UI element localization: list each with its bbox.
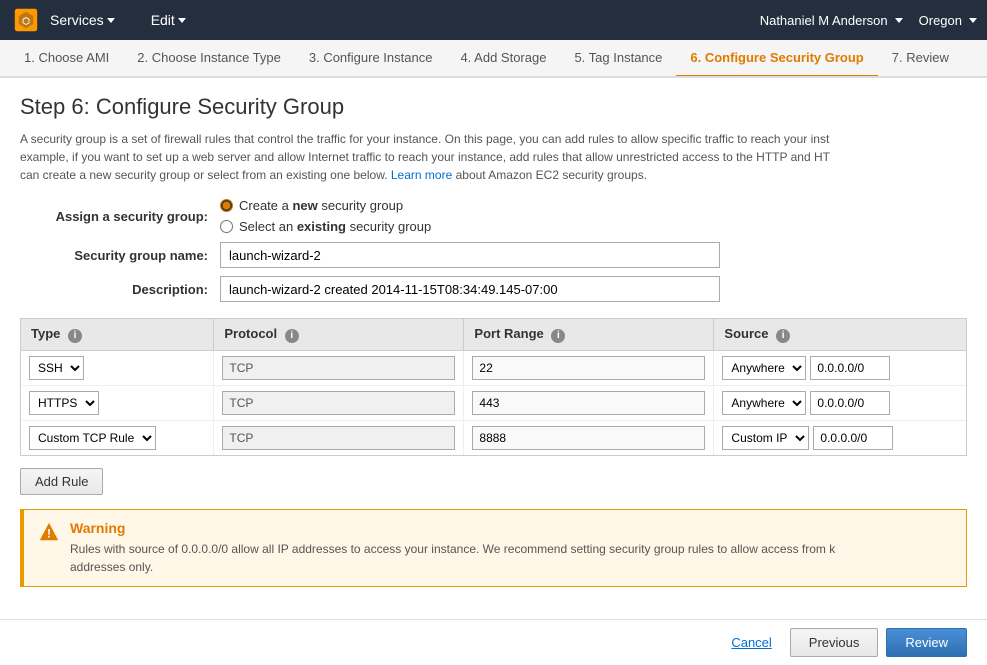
tab-review[interactable]: 7. Review bbox=[878, 40, 963, 78]
rule-port-cell-0 bbox=[464, 351, 714, 386]
previous-button[interactable]: Previous bbox=[790, 628, 879, 657]
main-content: Step 6: Configure Security Group A secur… bbox=[0, 78, 987, 617]
rules-table: Type i Protocol i Port Range i Source i … bbox=[21, 319, 966, 455]
rule-source-select-0[interactable]: Anywhere bbox=[722, 356, 806, 380]
svg-text:!: ! bbox=[47, 527, 51, 541]
desc-text-2: example, if you want to set up a web ser… bbox=[20, 150, 830, 164]
user-label: Nathaniel M Anderson bbox=[760, 13, 888, 28]
region-menu[interactable]: Oregon bbox=[919, 13, 977, 28]
rule-type-cell-2: Custom TCP Rule bbox=[21, 421, 214, 456]
rule-source-input-1[interactable] bbox=[810, 391, 890, 415]
rule-port-input-2[interactable] bbox=[472, 426, 705, 450]
port-range-info-icon[interactable]: i bbox=[551, 329, 565, 343]
services-chevron-icon bbox=[107, 18, 115, 23]
review-button[interactable]: Review bbox=[886, 628, 967, 657]
source-info-icon[interactable]: i bbox=[776, 329, 790, 343]
warning-icon: ! bbox=[38, 521, 60, 543]
col-type: Type i bbox=[21, 319, 214, 351]
rule-source-select-2[interactable]: Custom IP bbox=[722, 426, 809, 450]
page-title: Step 6: Configure Security Group bbox=[20, 94, 967, 120]
rule-type-select-0[interactable]: SSH bbox=[29, 356, 84, 380]
select-existing-radio[interactable] bbox=[220, 220, 233, 233]
rule-source-select-1[interactable]: Anywhere bbox=[722, 391, 806, 415]
learn-more-link[interactable]: Learn more bbox=[391, 168, 452, 182]
col-source: Source i bbox=[714, 319, 966, 351]
rule-port-cell-2 bbox=[464, 421, 714, 456]
description-row: Description: bbox=[20, 276, 967, 302]
col-port-range: Port Range i bbox=[464, 319, 714, 351]
desc-text-1: A security group is a set of firewall ru… bbox=[20, 132, 829, 146]
security-group-name-row: Security group name: bbox=[20, 242, 967, 268]
add-rule-button[interactable]: Add Rule bbox=[20, 468, 103, 495]
security-group-name-input[interactable] bbox=[220, 242, 720, 268]
edit-menu[interactable]: Edit bbox=[151, 12, 186, 28]
rule-protocol-input-1 bbox=[222, 391, 455, 415]
assign-security-group-row: Assign a security group: Create a new se… bbox=[20, 198, 967, 234]
tab-choose-ami[interactable]: 1. Choose AMI bbox=[10, 40, 123, 78]
rule-source-cell-2: Custom IP bbox=[714, 421, 966, 456]
table-row: HTTPS Anywhere bbox=[21, 386, 966, 421]
assign-radio-group: Create a new security group Select an ex… bbox=[220, 198, 431, 234]
rule-protocol-input-2 bbox=[222, 426, 455, 450]
rule-source-cell-0: Anywhere bbox=[714, 351, 966, 386]
warning-content: Warning Rules with source of 0.0.0.0/0 a… bbox=[70, 520, 835, 576]
region-label: Oregon bbox=[919, 13, 962, 28]
tab-configure-instance[interactable]: 3. Configure Instance bbox=[295, 40, 447, 78]
rule-type-select-1[interactable]: HTTPS bbox=[29, 391, 99, 415]
rule-protocol-cell-1 bbox=[214, 386, 464, 421]
page-description: A security group is a set of firewall ru… bbox=[20, 130, 967, 184]
warning-title: Warning bbox=[70, 520, 835, 536]
create-new-label: Create a new security group bbox=[239, 198, 403, 213]
rule-port-input-1[interactable] bbox=[472, 391, 705, 415]
desc-text-3: can create a new security group or selec… bbox=[20, 168, 391, 182]
select-existing-option[interactable]: Select an existing security group bbox=[220, 219, 431, 234]
rule-source-input-0[interactable] bbox=[810, 356, 890, 380]
tab-configure-security-group[interactable]: 6. Configure Security Group bbox=[676, 40, 877, 78]
rule-port-cell-1 bbox=[464, 386, 714, 421]
top-navigation: ⬡ Services Edit Nathaniel M Anderson Ore… bbox=[0, 0, 987, 40]
svg-text:⬡: ⬡ bbox=[22, 16, 30, 26]
cancel-button[interactable]: Cancel bbox=[721, 629, 781, 656]
services-label: Services bbox=[50, 12, 104, 28]
desc-label: Description: bbox=[20, 282, 220, 297]
rules-table-wrapper: Type i Protocol i Port Range i Source i … bbox=[20, 318, 967, 456]
services-menu[interactable]: Services bbox=[50, 12, 115, 28]
table-row: SSH Anywhere bbox=[21, 351, 966, 386]
aws-logo: ⬡ bbox=[10, 4, 42, 36]
type-info-icon[interactable]: i bbox=[68, 329, 82, 343]
protocol-info-icon[interactable]: i bbox=[285, 329, 299, 343]
user-menu[interactable]: Nathaniel M Anderson bbox=[760, 13, 903, 28]
rule-protocol-cell-0 bbox=[214, 351, 464, 386]
rule-protocol-cell-2 bbox=[214, 421, 464, 456]
assign-label: Assign a security group: bbox=[20, 209, 220, 224]
col-protocol: Protocol i bbox=[214, 319, 464, 351]
tab-add-storage[interactable]: 4. Add Storage bbox=[446, 40, 560, 78]
rule-source-cell-1: Anywhere bbox=[714, 386, 966, 421]
rule-source-input-2[interactable] bbox=[813, 426, 893, 450]
select-existing-label: Select an existing security group bbox=[239, 219, 431, 234]
rule-type-cell-1: HTTPS bbox=[21, 386, 214, 421]
region-chevron-icon bbox=[969, 18, 977, 23]
create-new-option[interactable]: Create a new security group bbox=[220, 198, 431, 213]
warning-text: Rules with source of 0.0.0.0/0 allow all… bbox=[70, 540, 835, 576]
rule-type-cell-0: SSH bbox=[21, 351, 214, 386]
description-input[interactable] bbox=[220, 276, 720, 302]
tab-choose-instance-type[interactable]: 2. Choose Instance Type bbox=[123, 40, 295, 78]
edit-chevron-icon bbox=[178, 18, 186, 23]
table-row: Custom TCP Rule Custom IP bbox=[21, 421, 966, 456]
wizard-tab-bar: 1. Choose AMI 2. Choose Instance Type 3.… bbox=[0, 40, 987, 78]
edit-label: Edit bbox=[151, 12, 175, 28]
rule-type-select-2[interactable]: Custom TCP Rule bbox=[29, 426, 156, 450]
desc-text-4: about Amazon EC2 security groups. bbox=[456, 168, 647, 182]
tab-tag-instance[interactable]: 5. Tag Instance bbox=[560, 40, 676, 78]
bottom-action-bar: Cancel Previous Review bbox=[0, 619, 987, 665]
name-label: Security group name: bbox=[20, 248, 220, 263]
rule-port-input-0[interactable] bbox=[472, 356, 705, 380]
security-group-form: Assign a security group: Create a new se… bbox=[20, 198, 967, 302]
user-chevron-icon bbox=[895, 18, 903, 23]
create-new-radio[interactable] bbox=[220, 199, 233, 212]
table-header-row: Type i Protocol i Port Range i Source i bbox=[21, 319, 966, 351]
rule-protocol-input-0 bbox=[222, 356, 455, 380]
warning-box: ! Warning Rules with source of 0.0.0.0/0… bbox=[20, 509, 967, 587]
